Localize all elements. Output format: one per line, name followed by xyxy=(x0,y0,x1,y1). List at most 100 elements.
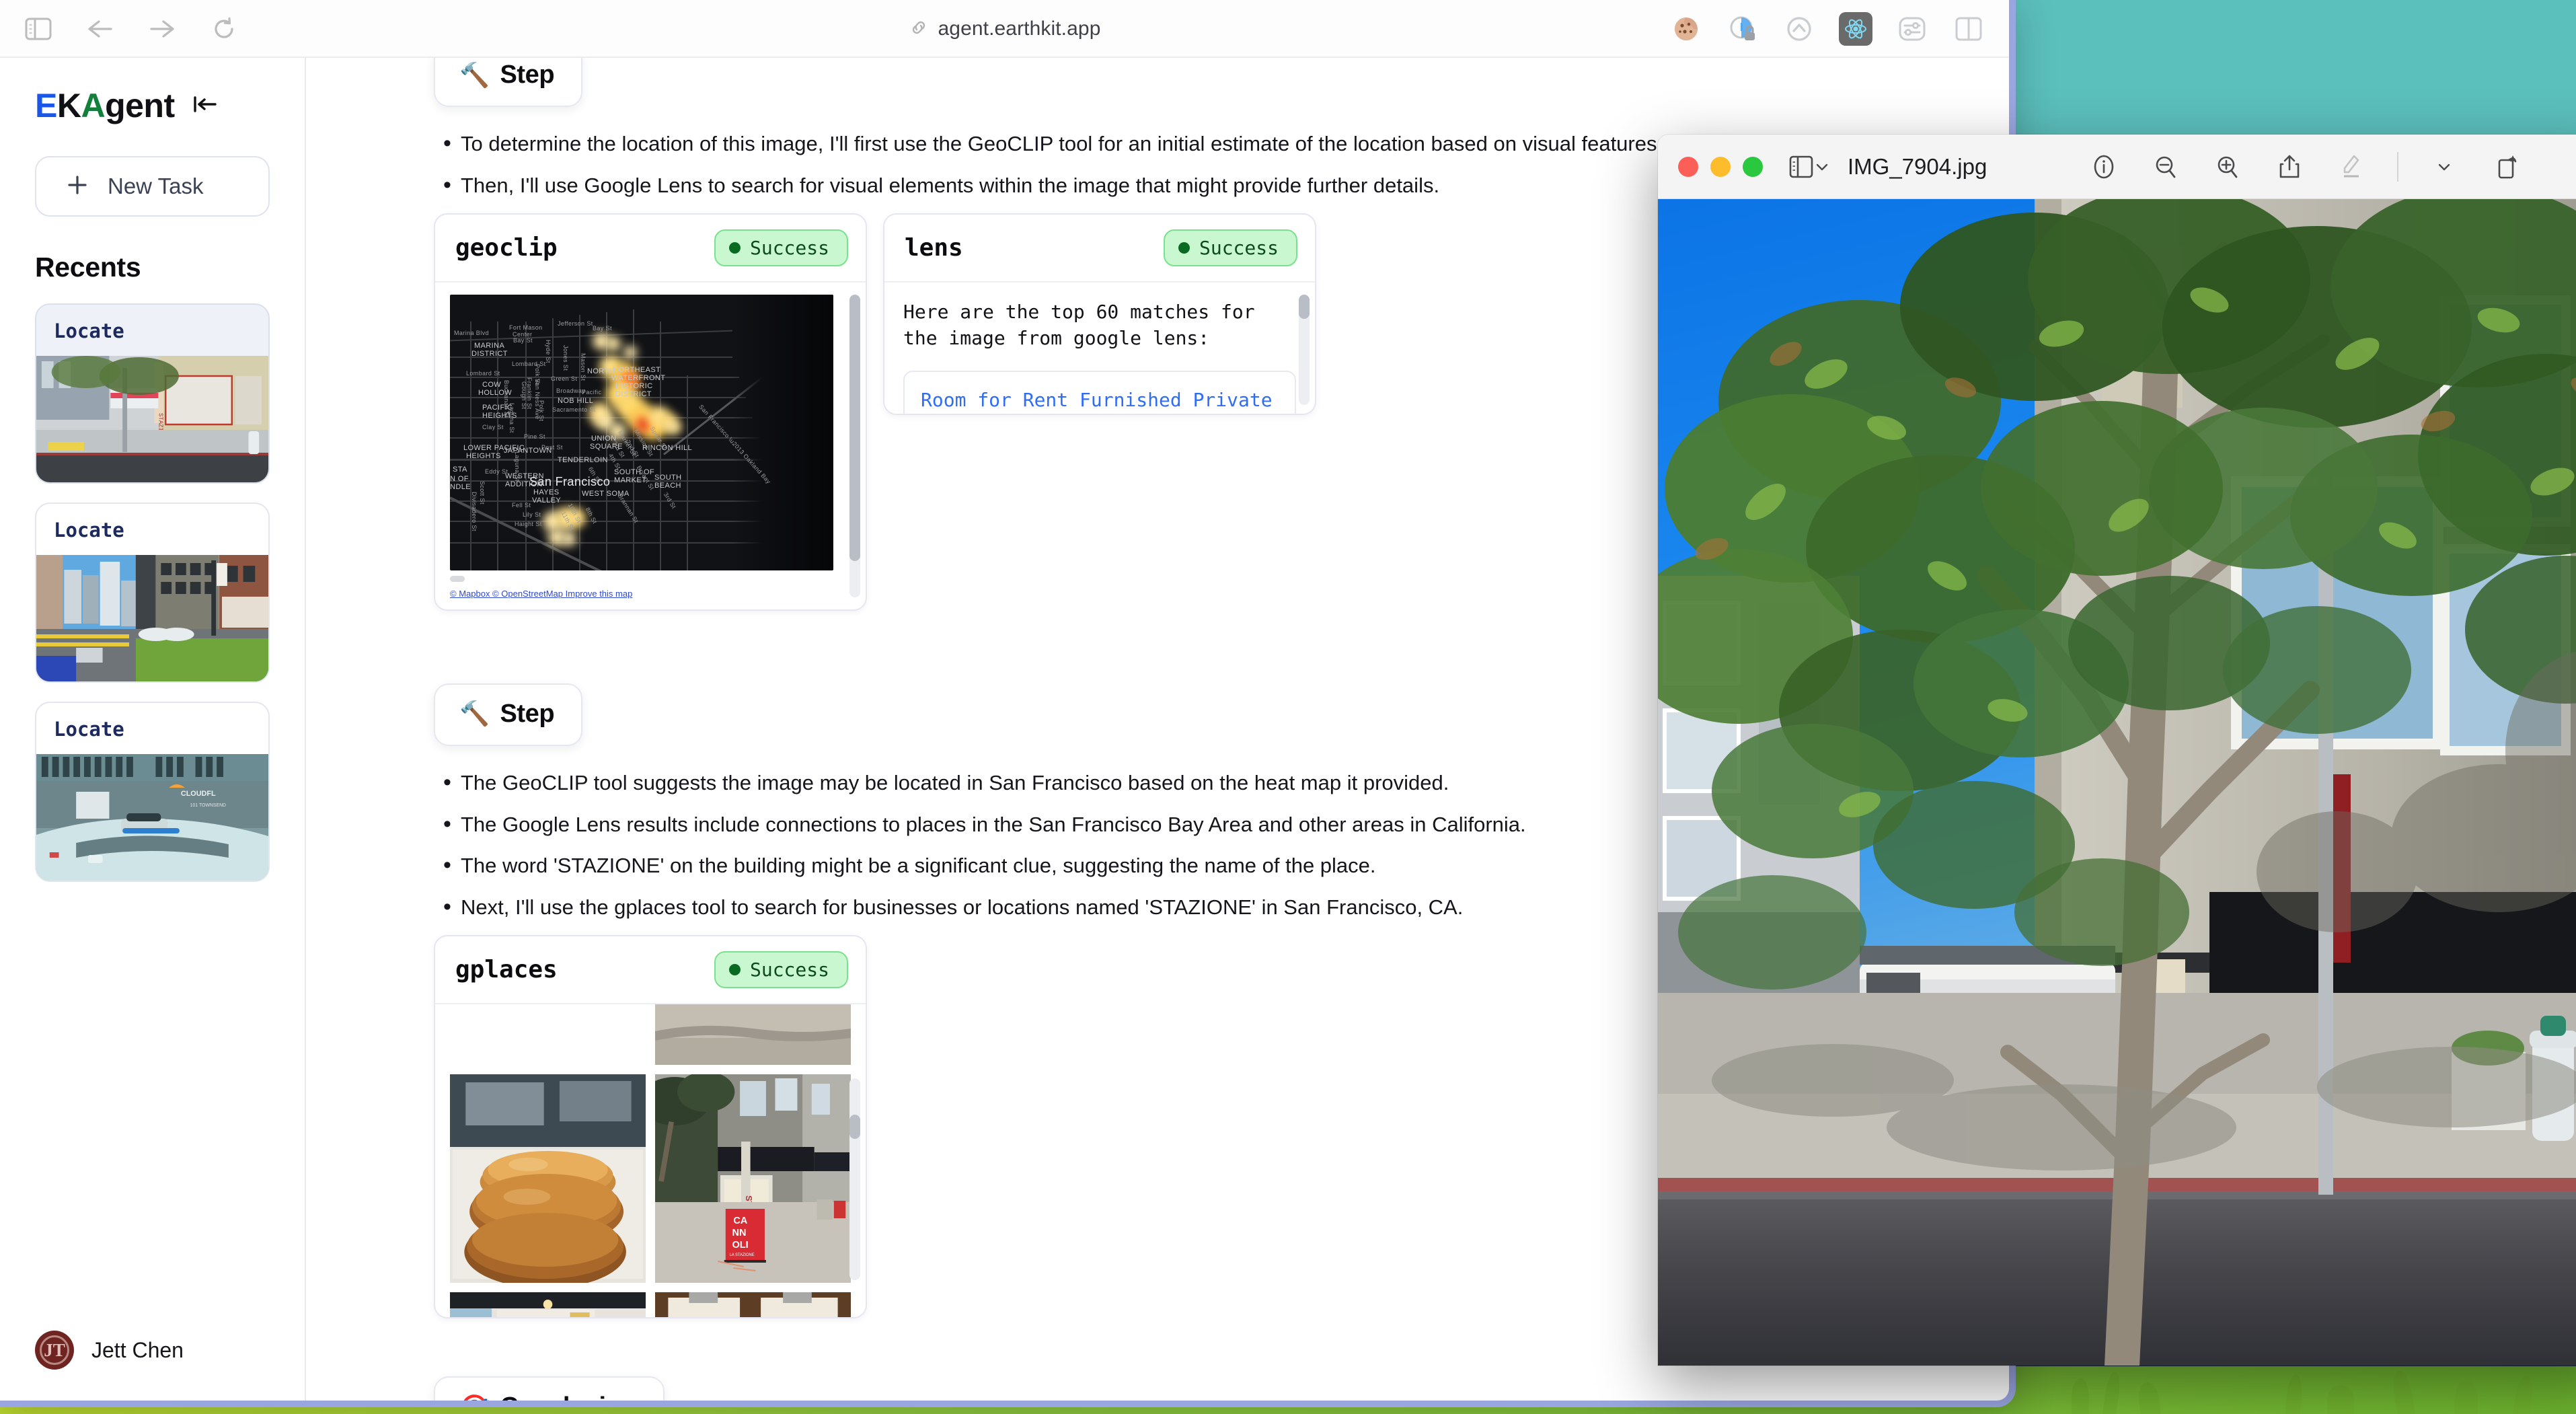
new-task-button[interactable]: New Task xyxy=(35,156,270,217)
gplaces-photo[interactable]: Cannoli & Co. A San Francisco Tradition xyxy=(655,1292,851,1318)
map-attribution[interactable]: © Mapbox © OpenStreetMap Improve this ma… xyxy=(450,589,851,599)
recent-item-2[interactable]: Locate CLOUDFL 101 TOWNSEND xyxy=(35,702,270,882)
status-badge: Success xyxy=(714,229,848,266)
svg-text:NN: NN xyxy=(732,1228,746,1238)
tool-name: gplaces xyxy=(455,956,558,984)
svg-text:LA STAZIONE: LA STAZIONE xyxy=(730,1253,755,1257)
status-label: Success xyxy=(749,236,829,259)
tool-card-scrollbar[interactable] xyxy=(849,294,860,597)
tool-name: geoclip xyxy=(455,233,558,262)
status-badge: Success xyxy=(1163,229,1297,266)
brand-rest: gent xyxy=(105,87,175,124)
back-arrow-icon[interactable] xyxy=(85,13,116,44)
rotate-icon[interactable] xyxy=(2490,151,2522,183)
tool-card-body: Here are the top 60 matches for the imag… xyxy=(884,283,1315,414)
link-icon xyxy=(909,17,929,41)
gplaces-photo[interactable]: STAZIONE CA NN OLI LA STAZIONE xyxy=(655,1074,851,1283)
step-badge-2[interactable]: 🔨 Step xyxy=(434,683,583,746)
step-badge-1[interactable]: 🔨 Step xyxy=(434,58,583,107)
cookie-icon[interactable] xyxy=(1669,11,1704,46)
brand: EKAgent xyxy=(0,58,305,125)
react-logo-icon[interactable] xyxy=(1838,11,1873,46)
settings-sliders-icon[interactable] xyxy=(1895,11,1930,46)
tool-card-body: Marina Blvd Fort Mason Center Jefferson … xyxy=(435,283,866,609)
recent-item-thumbnail: CLOUDFL 101 TOWNSEND xyxy=(36,754,268,881)
sidebar-toggle-icon[interactable] xyxy=(1788,151,1814,183)
svg-text:101 TOWNSEND: 101 TOWNSEND xyxy=(190,803,226,808)
privacy-lock-icon[interactable] xyxy=(1725,11,1760,46)
lens-intro-text: Here are the top 60 matches for the imag… xyxy=(903,300,1255,350)
status-badge: Success xyxy=(714,951,848,989)
tool-card-scrollbar[interactable] xyxy=(849,1078,860,1281)
status-dot-icon xyxy=(728,241,741,254)
collapse-sidebar-icon[interactable] xyxy=(192,94,219,118)
user-profile[interactable]: JT Jett Chen xyxy=(0,1331,305,1401)
chevron-up-circle-icon[interactable] xyxy=(1782,11,1817,46)
gplaces-photo[interactable]: Cannoli & xyxy=(450,1292,646,1318)
status-dot-icon xyxy=(728,964,741,976)
tool-card-header: lens Success xyxy=(884,215,1315,283)
geoclip-map[interactable]: Marina Blvd Fort Mason Center Jefferson … xyxy=(450,294,851,599)
zoom-in-icon[interactable] xyxy=(2211,151,2244,183)
close-button[interactable] xyxy=(1678,156,1698,177)
preview-toolbar xyxy=(2088,151,2576,183)
recent-item-1[interactable]: Locate xyxy=(35,503,270,683)
svg-text:CLOUDFL: CLOUDFL xyxy=(181,790,216,798)
recents-heading: Recents xyxy=(35,252,141,283)
tool-card-header: gplaces Success xyxy=(435,936,866,1005)
preview-filename: IMG_7904.jpg xyxy=(1848,153,1987,179)
minimize-button[interactable] xyxy=(1710,156,1731,177)
gplaces-photo[interactable] xyxy=(655,1004,851,1066)
status-label: Success xyxy=(749,959,829,981)
tool-card-scrollbar[interactable] xyxy=(1299,294,1310,405)
plus-icon xyxy=(66,174,89,200)
tool-card-header: geoclip Success xyxy=(435,215,866,283)
user-name: Jett Chen xyxy=(91,1337,184,1362)
recent-item-title: Locate xyxy=(54,718,124,741)
app-sidebar: EKAgent New Task Recents Locate STAZIONE… xyxy=(0,58,306,1401)
conclusion-badge[interactable]: 🎯 Conclusion xyxy=(434,1376,665,1401)
brand-letter-a: A xyxy=(81,87,106,124)
new-task-label: New Task xyxy=(108,174,204,198)
tool-card-body: STAZIONE CA NN OLI LA STAZIONE xyxy=(435,1004,866,1318)
gplaces-photo[interactable] xyxy=(450,1074,646,1283)
reload-icon[interactable] xyxy=(209,13,239,44)
preview-title-bar[interactable]: IMG_7904.jpg xyxy=(1658,135,2576,199)
markup-pen-icon[interactable] xyxy=(2335,151,2367,183)
svg-text:CA: CA xyxy=(733,1216,747,1226)
step-label: Step xyxy=(500,699,555,728)
hammer-icon: 🔨 xyxy=(459,61,490,89)
map-scale-bar xyxy=(450,575,465,582)
sidebar-toggle-icon[interactable] xyxy=(23,13,54,44)
svg-text:OLI: OLI xyxy=(732,1240,748,1251)
lens-result-link[interactable]: Room for Rent Furnished Private room ... xyxy=(921,387,1279,414)
split-view-icon[interactable] xyxy=(1951,11,1986,46)
zoom-out-icon[interactable] xyxy=(2150,151,2182,183)
forward-arrow-icon[interactable] xyxy=(147,13,178,44)
avatar: JT xyxy=(35,1331,74,1370)
share-icon[interactable] xyxy=(2273,151,2306,183)
hammer-icon: 🔨 xyxy=(459,700,490,728)
recent-item-title: Locate xyxy=(54,519,124,542)
preview-window: IMG_7904.jpg xyxy=(1658,135,2576,1366)
brand-letter-k: K xyxy=(56,87,81,124)
svg-text:Cannoli & Co.: Cannoli & Co. xyxy=(770,1316,808,1318)
status-dot-icon xyxy=(1178,241,1190,254)
toolbar-divider xyxy=(2397,151,2399,182)
lens-result-item[interactable]: Room for Rent Furnished Private room ... xyxy=(903,371,1296,414)
traffic-lights xyxy=(1678,156,1763,177)
recent-item-0[interactable]: Locate STAZIONE xyxy=(35,303,270,484)
chevron-down-icon[interactable] xyxy=(1814,151,1830,183)
preview-image-canvas[interactable]: NOW OPEN Cannoli ORDER HERE STAZIONE xyxy=(1658,199,2576,1366)
recent-item-thumbnail xyxy=(36,555,268,681)
recent-item-thumbnail: STAZIONE xyxy=(36,356,268,482)
recent-item-title: Locate xyxy=(54,320,124,342)
chevron-down-icon[interactable] xyxy=(2428,151,2460,183)
conclusion-label: Conclusion xyxy=(500,1392,636,1401)
info-icon[interactable] xyxy=(2088,151,2120,183)
zoom-button[interactable] xyxy=(1743,156,1763,177)
brand-logo: EKAgent xyxy=(35,86,175,125)
tool-card-geoclip: geoclip Success Marina Blvd Fort Mason C… xyxy=(434,213,867,611)
dart-target-icon: 🎯 xyxy=(459,1393,490,1401)
tool-card-lens: lens Success Here are the top 60 matches… xyxy=(883,213,1316,415)
